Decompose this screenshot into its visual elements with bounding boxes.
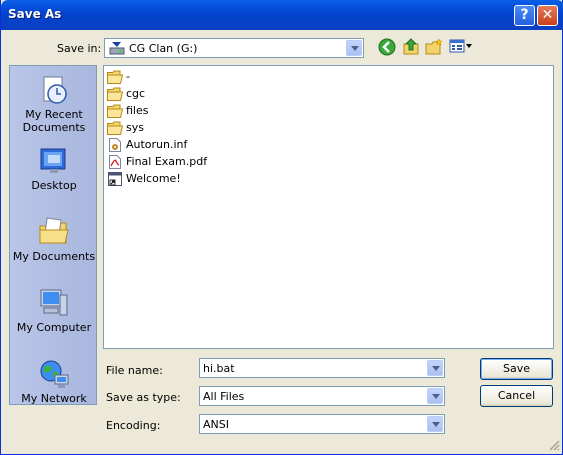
place-my-computer[interactable]: My Computer [10, 287, 98, 334]
resize-grip-icon[interactable] [548, 439, 560, 451]
place-label: My Computer [16, 321, 92, 334]
folder-icon [107, 70, 123, 84]
save-in-dropdown[interactable]: CG Clan (G:) [104, 38, 364, 58]
save-in-value: CG Clan (G:) [129, 42, 198, 55]
places-bar: My Recent Documents Desktop My Documents [9, 65, 97, 405]
save-as-type-value: All Files [203, 390, 245, 403]
file-name: Autorun.inf [126, 138, 188, 151]
desktop-icon [40, 148, 66, 173]
file-name: Final Exam.pdf [126, 155, 208, 168]
folder-icon [107, 121, 123, 135]
up-folder-icon[interactable] [402, 38, 420, 56]
help-button[interactable]: ? [514, 5, 535, 26]
encoding-label: Encoding: [106, 419, 161, 432]
file-name-label: File name: [106, 364, 163, 377]
folder-icon [107, 104, 123, 118]
place-my-network[interactable]: My Network [10, 358, 98, 405]
place-label: My Documents [12, 250, 96, 263]
encoding-dropdown[interactable]: ANSI [199, 414, 445, 434]
recent-documents-icon [43, 76, 67, 104]
my-documents-icon [39, 217, 69, 244]
new-folder-icon[interactable] [425, 38, 443, 56]
file-name-value: hi.bat [203, 362, 235, 375]
place-label: My Network [21, 392, 87, 405]
place-my-recent-documents[interactable]: My Recent Documents [10, 74, 98, 134]
save-button[interactable]: Save [480, 358, 553, 380]
shortcut-icon [108, 172, 122, 186]
chevron-down-icon[interactable] [427, 416, 443, 432]
folder-icon [107, 87, 123, 101]
my-network-icon [40, 360, 69, 388]
chevron-down-icon[interactable] [427, 388, 443, 404]
file-name: Welcome! [126, 172, 181, 185]
save-as-type-dropdown[interactable]: All Files [199, 386, 445, 406]
file-name: sys [126, 121, 144, 134]
chevron-down-icon[interactable] [346, 40, 362, 56]
close-button[interactable]: ✕ [537, 5, 558, 26]
save-as-dialog: Save As ? ✕ Save in: CG Clan (G:) My Rec… [0, 0, 563, 455]
views-menu-icon [449, 39, 465, 53]
cancel-button[interactable]: Cancel [480, 385, 553, 407]
file-name-input[interactable]: hi.bat [199, 358, 445, 378]
window-title: Save As [8, 7, 62, 21]
file-name: files [126, 104, 149, 117]
settings-file-icon [109, 138, 121, 152]
file-name: - [126, 70, 130, 83]
back-icon[interactable] [378, 38, 396, 56]
encoding-value: ANSI [203, 418, 229, 431]
pdf-icon [109, 155, 121, 169]
save-in-label: Save in: [57, 42, 102, 55]
place-desktop[interactable]: Desktop [10, 145, 98, 192]
my-computer-icon [40, 289, 68, 316]
drive-icon [109, 42, 125, 55]
chevron-down-icon[interactable] [427, 360, 443, 376]
place-my-documents[interactable]: My Documents [10, 216, 98, 263]
file-name: cgc [126, 87, 146, 100]
place-label: My Recent Documents [22, 108, 86, 134]
chevron-down-icon [466, 44, 472, 48]
title-bar[interactable]: Save As ? ✕ [1, 0, 563, 30]
views-menu-button[interactable] [449, 38, 473, 56]
place-label: Desktop [31, 179, 77, 192]
save-as-type-label: Save as type: [106, 391, 181, 404]
file-list[interactable]: - cgc files sys Autorun.inf Final Exam.p… [103, 65, 554, 349]
